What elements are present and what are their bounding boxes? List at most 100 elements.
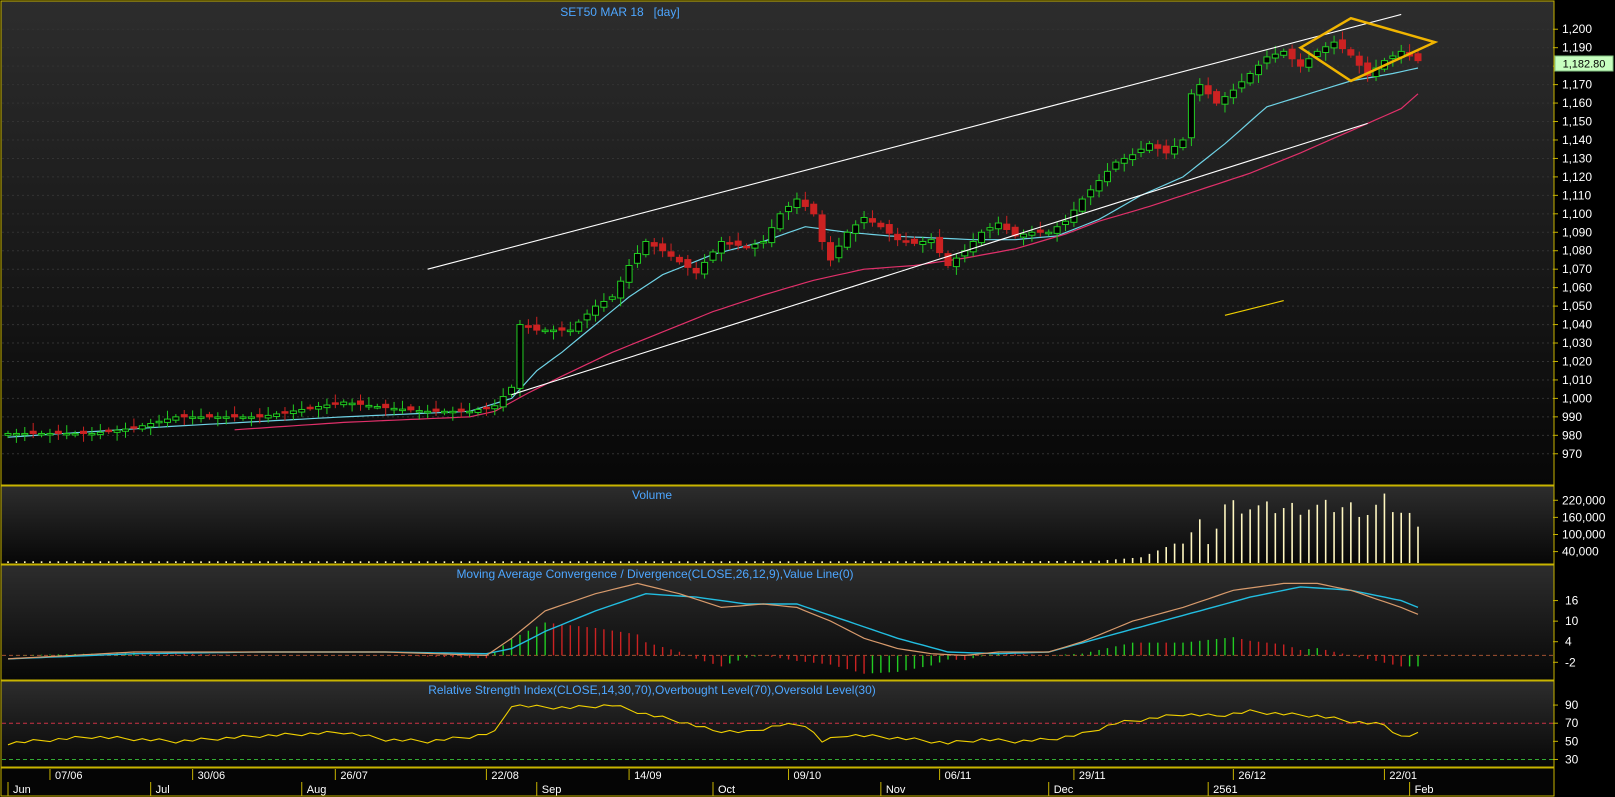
candle-body [717,241,725,254]
candle-body [407,406,415,411]
candle-body [1020,233,1028,238]
candle-body [936,236,944,254]
candle-body [860,217,868,224]
candle-body [1414,53,1422,62]
candle-body [978,231,986,244]
candle-body [189,416,197,419]
candle-body [776,213,784,230]
candle-body [617,280,625,299]
macd-tick-label: 10 [1565,614,1579,628]
candle-body [88,432,96,436]
x-date-label: 30/06 [198,770,226,782]
candle-body [365,404,373,408]
candle-body [96,431,104,436]
candle-body [239,416,247,419]
candle-body [415,410,423,413]
candle-body [1154,144,1162,149]
price-tick-label: 1,030 [1562,336,1592,350]
candle-body [650,242,658,247]
price-tick-label: 1,130 [1562,151,1592,165]
volume-title: Volume [632,488,672,502]
candle-body [785,205,793,213]
candle-body [600,300,608,308]
candle-body [122,428,129,432]
rsi-tick-label: 90 [1565,698,1579,712]
x-date-label: 22/08 [491,770,519,782]
candle-body [1255,64,1263,76]
candle-body [63,432,71,436]
candle-body [1221,96,1229,105]
candle-body [835,245,843,259]
candle-body [675,256,683,263]
candle-body [273,413,281,417]
candle-body [247,416,255,419]
x-date-label: 06/11 [945,770,972,782]
candle-body [1129,154,1137,161]
candle-body [1095,180,1103,192]
candle-body [331,402,339,405]
candle-body [1145,143,1153,151]
price-tick-label: 1,040 [1562,318,1592,332]
x-date-label: 26/12 [1238,770,1266,782]
candle-body [952,257,960,268]
candle-body [1338,39,1346,50]
price-chart-title: SET50 MAR 18 [day] [560,5,679,19]
price-tick-label: 1,160 [1562,96,1592,110]
x-month-label: Feb [1415,784,1434,796]
candle-body [1347,49,1355,56]
candle-body [1036,229,1044,233]
candle-body [1313,50,1321,58]
x-date-label: 26/07 [340,770,368,782]
macd-tick-label: 16 [1565,594,1579,608]
candle-body [701,261,709,275]
price-tick-label: 1,120 [1562,170,1592,184]
candle-body [625,264,633,283]
candle-body [1062,220,1069,226]
candle-body [642,241,650,256]
candle-body [659,243,667,252]
candle-body [1103,170,1111,183]
candle-body [843,231,851,248]
candle-body [80,430,88,434]
volume-panel [0,485,1555,565]
candle-body [902,240,910,243]
candle-body [1187,93,1195,139]
candle-body [1028,231,1036,236]
volume-tick-label: 100,000 [1562,527,1606,541]
candle-body [592,305,599,316]
last-price-label: 1,182.80 [1563,59,1606,71]
x-month-label: Dec [1054,784,1074,796]
candle-body [743,245,751,249]
candle-body [1204,85,1212,95]
rsi-title: Relative Strength Index(CLOSE,14,30,70),… [428,683,876,697]
candle-body [449,410,457,414]
price-tick-label: 1,200 [1562,22,1592,36]
candle-body [147,422,155,428]
candle-body [969,241,977,253]
candle-body [566,329,574,333]
price-tick-label: 1,190 [1562,41,1592,55]
price-tick-label: 1,140 [1562,133,1592,147]
rsi-tick-label: 50 [1565,734,1579,748]
candle-body [541,329,549,333]
candle-body [508,386,516,395]
candle-body [1288,48,1296,60]
candle-body [1238,81,1246,89]
candle-body [910,238,918,244]
price-panel [0,0,1555,486]
candle-body [130,426,138,429]
x-month-label: Nov [886,784,906,796]
candle-body [726,242,734,245]
candle-body [323,404,331,409]
candle-body [751,243,759,249]
candle-body [1003,223,1011,231]
candle-body [1322,46,1330,53]
candle-body [138,425,146,430]
candle-body [1171,145,1179,155]
candle-body [197,416,205,419]
price-tick-label: 1,010 [1562,373,1592,387]
candle-body [289,410,297,415]
candle-body [1120,157,1128,164]
candle-body [986,227,994,231]
candle-body [491,405,499,410]
